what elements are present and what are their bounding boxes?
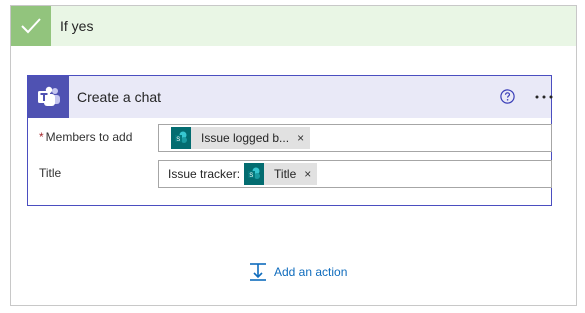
condition-branch-yes: If yes Create a chat * Members to add S … (10, 5, 577, 306)
help-icon[interactable] (500, 89, 515, 104)
token-label: Issue logged b... (201, 131, 290, 145)
token-remove-icon[interactable]: × (297, 132, 304, 144)
check-icon (11, 6, 51, 46)
token-label: Title (274, 167, 297, 181)
required-asterisk: * (39, 130, 44, 144)
action-card-title: Create a chat (77, 89, 162, 105)
dynamic-content-token[interactable]: S Title × (244, 163, 318, 185)
svg-text:S: S (249, 173, 253, 179)
dynamic-content-token[interactable]: S Issue logged b... × (171, 127, 311, 149)
members-to-add-input[interactable]: S Issue logged b... × (158, 124, 552, 152)
sharepoint-icon: S (244, 163, 265, 185)
members-to-add-label: * Members to add (39, 130, 133, 144)
teams-icon (28, 76, 69, 118)
create-chat-action-card: Create a chat * Members to add S Issue l… (27, 75, 553, 206)
branch-header[interactable]: If yes (11, 6, 576, 46)
add-action-icon (250, 263, 266, 281)
branch-title: If yes (60, 18, 94, 34)
more-options-icon[interactable] (535, 88, 553, 106)
title-prefix-text: Issue tracker: (168, 167, 241, 181)
members-to-add-row: * Members to add S Issue logged b... × (28, 124, 552, 152)
add-an-action-label: Add an action (274, 265, 348, 279)
add-an-action-button[interactable]: Add an action (248, 262, 347, 282)
title-input[interactable]: Issue tracker: S Title × (158, 160, 552, 188)
title-row: Title Issue tracker: S Title × (28, 160, 552, 188)
sharepoint-icon: S (171, 127, 191, 149)
action-card-header[interactable]: Create a chat (28, 76, 553, 118)
title-label: Title (39, 166, 62, 180)
svg-text:S: S (176, 137, 180, 143)
token-remove-icon[interactable]: × (304, 168, 311, 180)
